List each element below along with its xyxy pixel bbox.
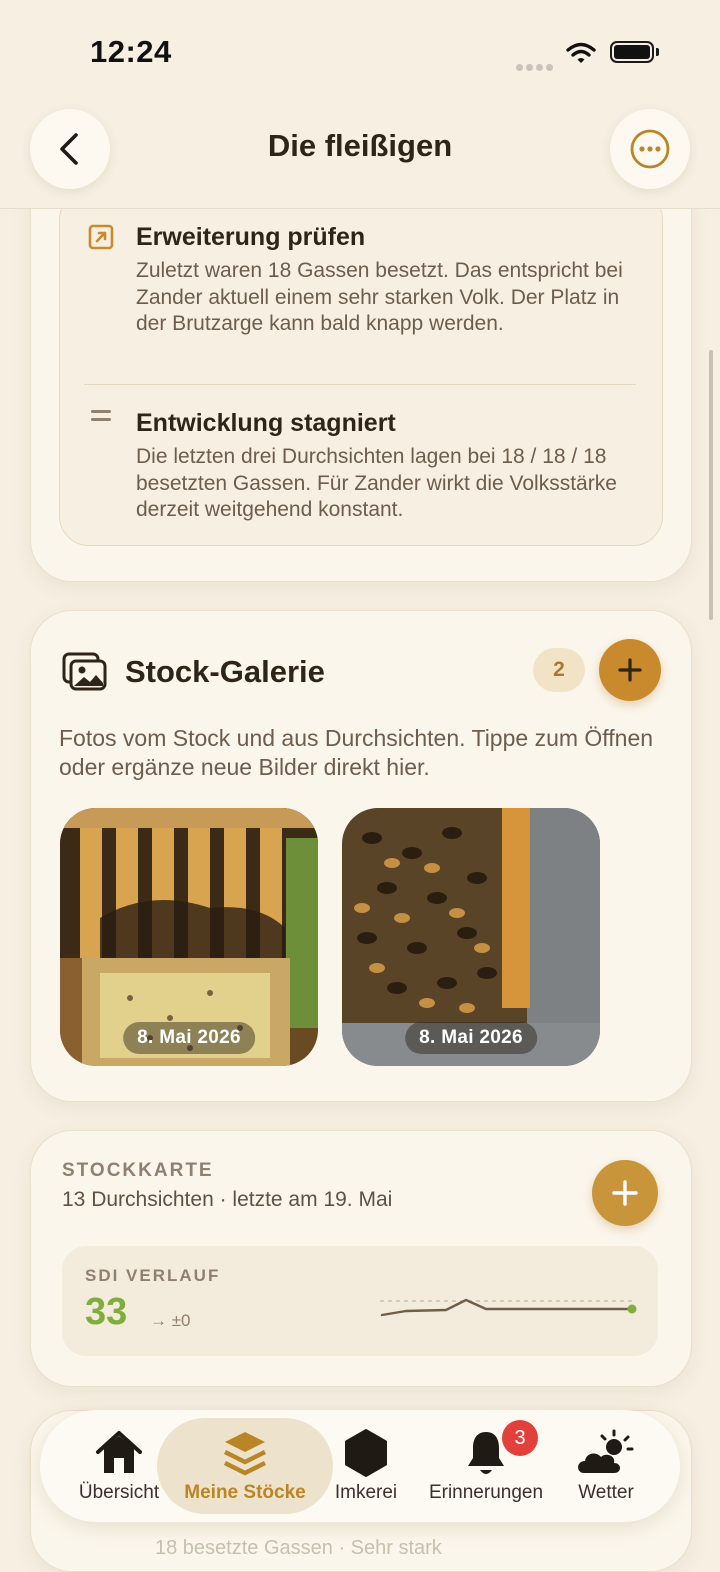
- wifi-icon: [566, 42, 596, 69]
- add-photo-button[interactable]: [599, 639, 661, 701]
- tab-label: Meine Stöcke: [184, 1482, 306, 1503]
- gallery-photo[interactable]: 8. Mai 2026: [60, 808, 318, 1066]
- bell-icon: 3: [464, 1420, 538, 1480]
- photo-date: 8. Mai 2026: [123, 1022, 255, 1054]
- hint-divider: [84, 384, 636, 385]
- sdi-label: SDI VERLAUF: [85, 1266, 221, 1285]
- cloud-sun-icon: [574, 1426, 638, 1480]
- photos-icon: [62, 652, 108, 697]
- tab-label: Übersicht: [78, 1482, 160, 1503]
- tab-wetter[interactable]: Wetter: [542, 1410, 670, 1522]
- tab-uebersicht[interactable]: Übersicht: [55, 1410, 183, 1522]
- notification-badge: 3: [502, 1420, 538, 1456]
- page-title: Die fleißigen: [267, 128, 453, 163]
- tab-label: Wetter: [578, 1482, 634, 1503]
- hint-title-extension: Erweiterung prüfen: [136, 223, 366, 251]
- sdi-change: → ±0: [150, 1311, 191, 1330]
- chevron-left-icon: [60, 133, 78, 165]
- next-card-summary: 18 besetzte Gassen · Sehr stark: [155, 1537, 442, 1559]
- house-icon: [94, 1426, 144, 1480]
- gallery-description: Fotos vom Stock und aus Durchsichten. Ti…: [59, 725, 654, 780]
- photo-count-badge: 2: [533, 648, 585, 692]
- hint-text-extension: Zuletzt waren 18 Gassen besetzt. Das ent…: [136, 259, 623, 335]
- expand-arrow-icon: [88, 224, 114, 255]
- tab-meine-stoecke[interactable]: Meine Stöcke: [181, 1410, 309, 1522]
- tab-label: Erinnerungen: [428, 1482, 544, 1503]
- plus-icon: [612, 1180, 638, 1206]
- tab-label: Imkerei: [334, 1482, 398, 1503]
- battery-icon: [610, 41, 654, 63]
- status-time: 12:24: [90, 34, 172, 69]
- layers-icon: [221, 1426, 269, 1480]
- add-inspection-button[interactable]: [592, 1160, 658, 1226]
- equals-icon: [90, 408, 112, 429]
- plus-icon: [618, 658, 642, 682]
- sdi-value: 33: [85, 1291, 128, 1333]
- gallery-photo[interactable]: 8. Mai 2026: [342, 808, 600, 1066]
- hint-text-stagnation: Die letzten drei Durchsichten lagen bei …: [136, 445, 617, 521]
- gallery-title: Stock-Galerie: [125, 654, 325, 689]
- tab-erinnerungen[interactable]: 3 Erinnerungen: [422, 1410, 550, 1522]
- ellipsis-circle-icon: [630, 129, 670, 169]
- stockkarte-subtitle: 13 Durchsichten · letzte am 19. Mai: [62, 1188, 393, 1211]
- hint-title-stagnation: Entwicklung stagniert: [136, 409, 396, 437]
- tab-imkerei[interactable]: Imkerei: [302, 1410, 430, 1522]
- scroll-indicator[interactable]: [709, 350, 713, 620]
- more-options-button[interactable]: [610, 109, 690, 189]
- signal-dots-icon: [516, 58, 556, 76]
- hexagon-icon: [343, 1426, 389, 1480]
- back-button[interactable]: [30, 109, 110, 189]
- sdi-sparkline: [376, 1290, 640, 1329]
- stockkarte-label: STOCKKARTE: [62, 1160, 214, 1181]
- photo-date: 8. Mai 2026: [405, 1022, 537, 1054]
